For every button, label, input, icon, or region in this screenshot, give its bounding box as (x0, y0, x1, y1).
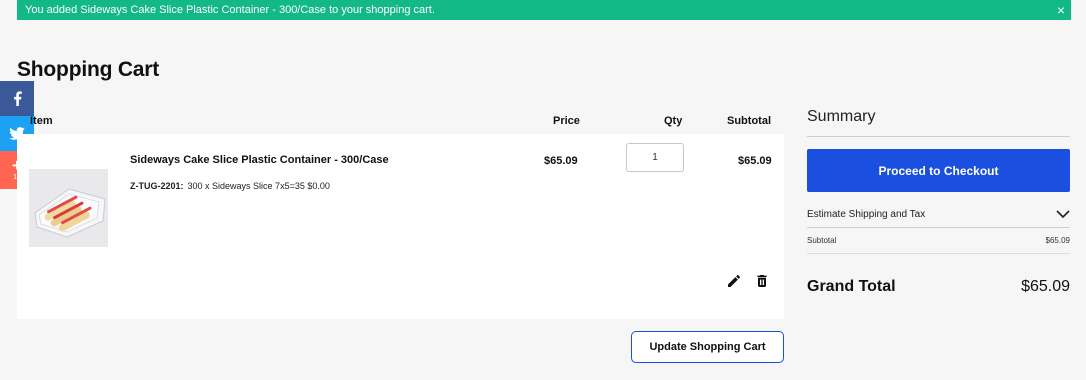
item-price: $65.09 (544, 155, 578, 167)
grand-total-label: Grand Total (807, 278, 896, 295)
product-option: Z-TUG-2201: 300 x Sideways Slice 7x5=35 $… (130, 181, 330, 191)
delete-item-button[interactable] (754, 273, 772, 291)
grand-total-line: Grand Total $65.09 (807, 278, 1070, 296)
edit-item-button[interactable] (726, 273, 744, 291)
estimate-shipping-label: Estimate Shipping and Tax (807, 208, 926, 220)
pencil-icon (728, 274, 741, 287)
cart-item-row: Sideways Cake Slice Plastic Container - … (17, 134, 784, 319)
column-header-item: Item (30, 115, 53, 127)
trash-icon (757, 275, 767, 287)
item-subtotal: $65.09 (738, 155, 772, 167)
facebook-icon (13, 91, 22, 106)
page-title: Shopping Cart (17, 58, 160, 81)
success-message-bar: You added Sideways Cake Slice Plastic Co… (17, 0, 1071, 20)
product-option-label: Z-TUG-2201: (130, 181, 184, 191)
column-header-subtotal: Subtotal (727, 115, 771, 127)
column-header-price: Price (553, 115, 580, 127)
success-message-text: You added Sideways Cake Slice Plastic Co… (25, 4, 435, 16)
estimate-shipping-toggle[interactable]: Estimate Shipping and Tax (807, 201, 1070, 228)
facebook-share-button[interactable] (0, 81, 34, 116)
update-shopping-cart-button[interactable]: Update Shopping Cart (631, 331, 784, 363)
summary-title: Summary (807, 106, 1070, 137)
quantity-input[interactable] (626, 143, 684, 172)
product-image[interactable] (29, 169, 108, 247)
chevron-down-icon (1056, 209, 1070, 218)
column-header-qty: Qty (664, 115, 683, 127)
summary-panel: Summary Proceed to Checkout Estimate Shi… (807, 106, 1070, 295)
product-name[interactable]: Sideways Cake Slice Plastic Container - … (130, 154, 389, 166)
product-option-value: 300 x Sideways Slice 7x5=35 $0.00 (187, 181, 330, 191)
proceed-to-checkout-button[interactable]: Proceed to Checkout (807, 149, 1070, 192)
subtotal-line: Subtotal $65.09 (807, 228, 1070, 254)
grand-total-value: $65.09 (1021, 278, 1070, 295)
subtotal-value: $65.09 (1045, 236, 1070, 245)
subtotal-label: Subtotal (807, 236, 837, 245)
close-icon[interactable]: × (1051, 0, 1071, 20)
cart-table-header: Item Price Qty Subtotal (17, 112, 784, 132)
